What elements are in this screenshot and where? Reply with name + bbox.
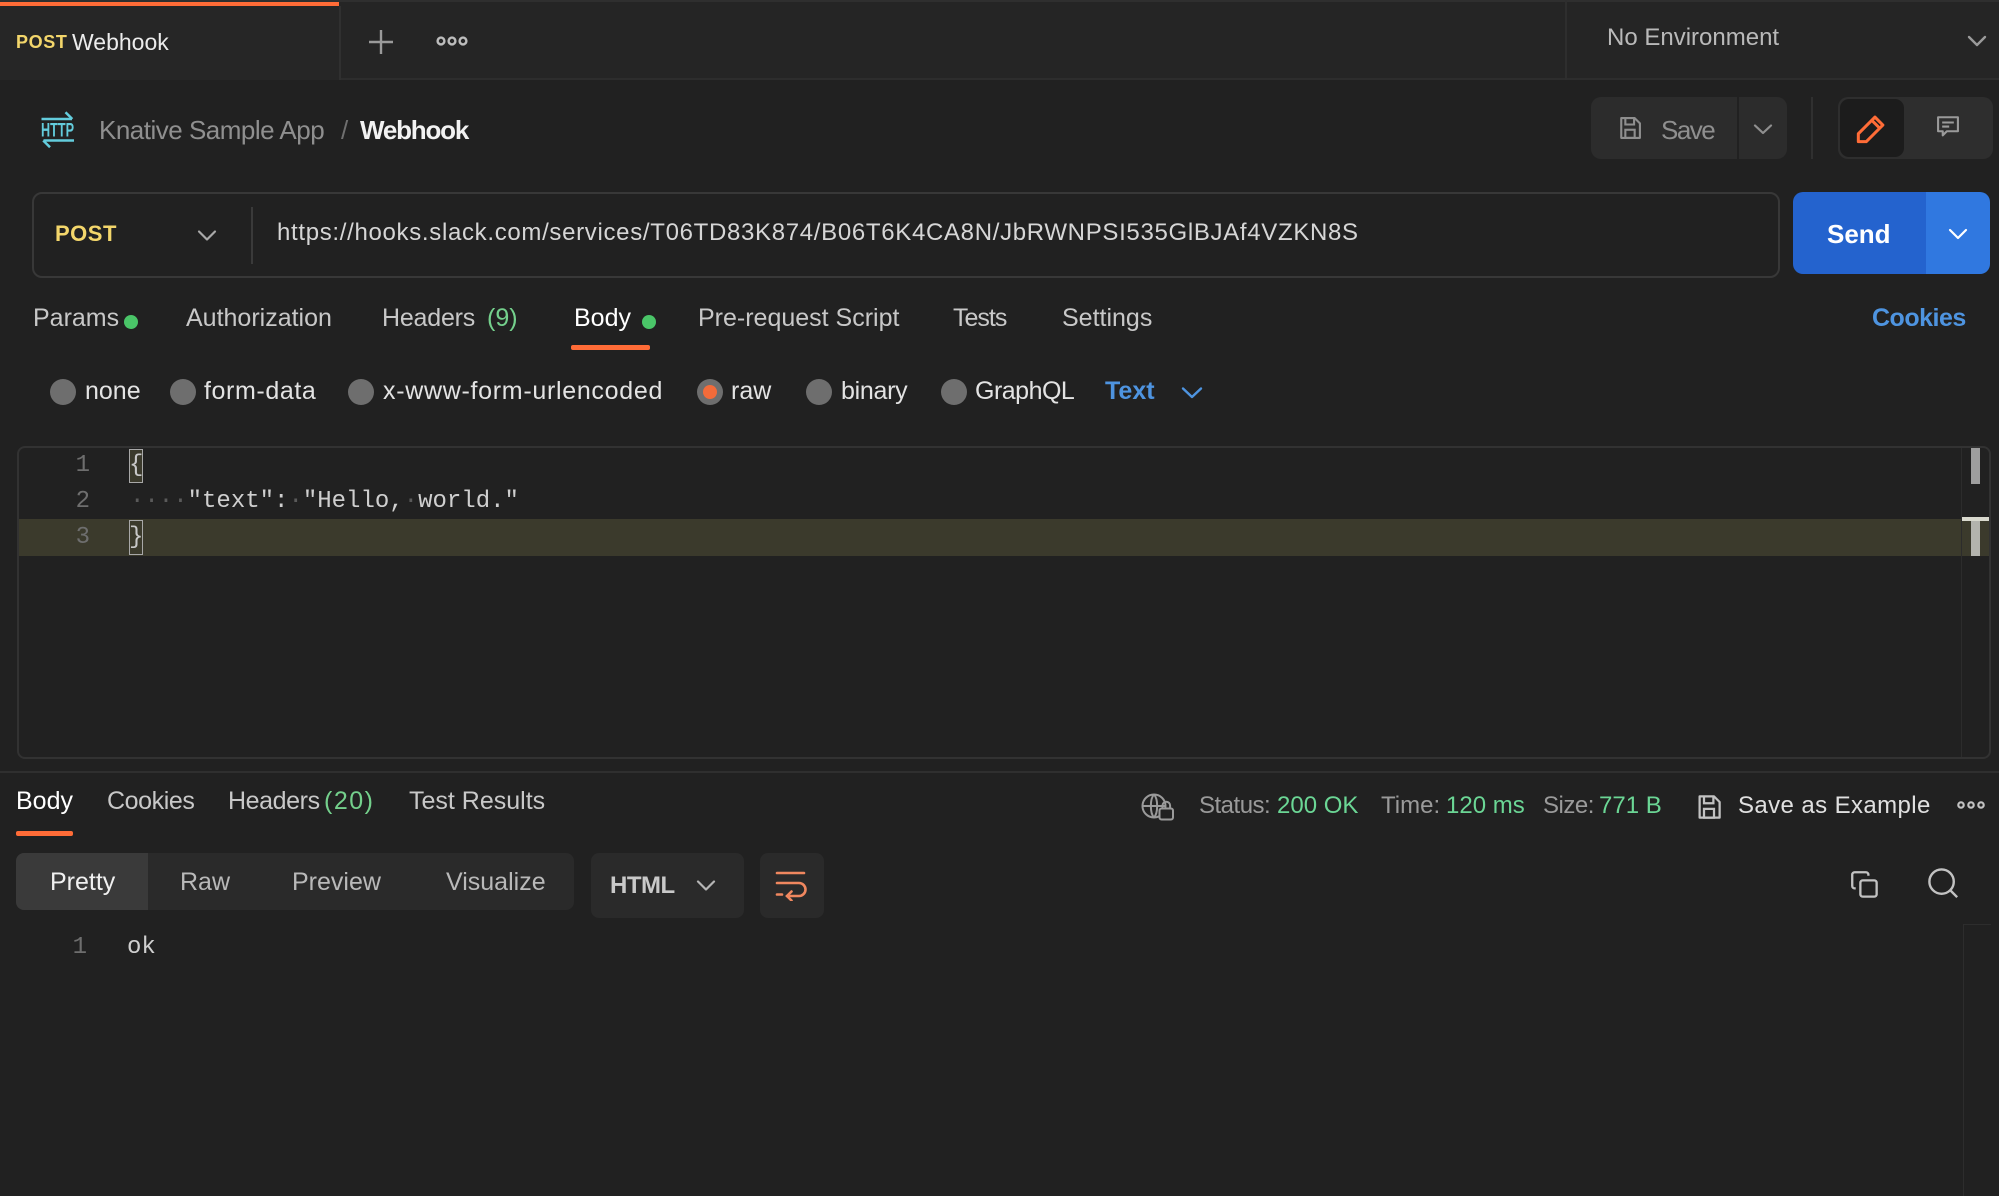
svg-text:HTTP: HTTP (41, 121, 74, 142)
